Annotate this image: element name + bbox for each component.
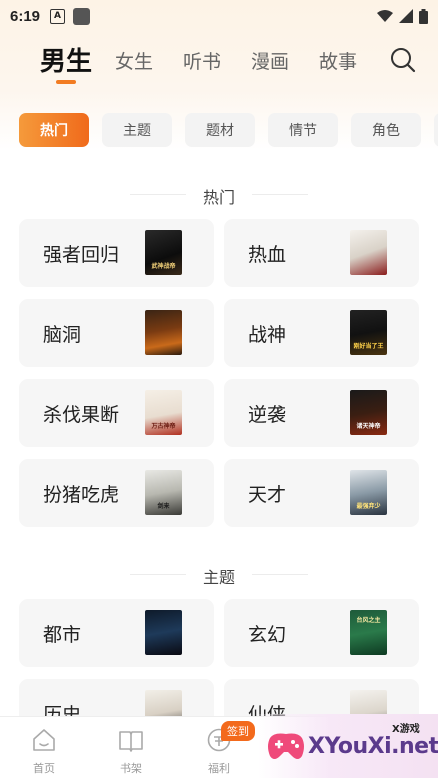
app-notification-icon: A [50,8,66,24]
home-icon [33,729,55,751]
tag-card[interactable]: 天才 最强弃少 [224,459,419,527]
cover-title: 万古神帝 [151,423,176,430]
nav-bookshelf[interactable]: 书架 [100,717,160,778]
book-cover: 刚好当了王 [350,310,387,355]
tab-male[interactable]: 男生 [40,41,92,78]
cover-title: 武神战帝 [151,263,176,270]
section-title-theme: 主题 [202,568,235,587]
cover-title: 剑来 [157,503,170,510]
signal-icon [399,9,413,23]
book-cover [350,230,387,275]
chip-role[interactable]: 角色 [351,113,421,147]
tag-card[interactable]: 都市 [19,599,214,667]
section-divider-right [252,574,308,575]
nav-home-label: 首页 [33,762,55,775]
chip-hot[interactable]: 热门 [19,113,89,147]
book-cover: 剑来 [145,470,182,515]
tag-label: 脑洞 [43,323,82,346]
cover-title: 诸天神帝 [356,423,381,430]
nav-home[interactable]: 首页 [13,717,73,778]
watermark-small-text: X游戏 [392,724,420,735]
battery-icon [419,8,428,24]
tab-stories[interactable]: 故事 [319,47,357,74]
tag-label: 天才 [248,483,287,506]
book-cover [145,310,182,355]
section-divider-right [252,194,308,195]
tag-label: 都市 [43,623,82,646]
book-cover: 诸天神帝 [350,390,387,435]
tag-card[interactable]: 强者回归 武神战帝 [19,219,214,287]
watermark-main-text: XYouXi.net [308,734,438,759]
section-title-hot: 热门 [202,188,235,207]
wifi-icon [377,10,393,22]
nav-bookshelf-label: 书架 [120,762,142,775]
tag-card[interactable]: 战神 刚好当了王 [224,299,419,367]
status-time: 6:19 [10,7,41,25]
status-indicators [377,8,428,24]
category-chip-row: 热门 主题 题材 情节 角色 [0,113,438,149]
tab-female[interactable]: 女生 [115,47,153,74]
book-cover: 武神战帝 [145,230,182,275]
book-cover: 台风之主 [350,610,387,655]
cover-title: 台风之主 [356,617,381,624]
notification-square-icon [73,7,91,25]
book-cover: 万古神帝 [145,390,182,435]
tag-label: 杀伐果断 [43,403,120,426]
cover-title: 刚好当了王 [353,343,384,350]
search-icon[interactable] [390,47,416,73]
active-tab-indicator [56,80,76,84]
tag-label: 战神 [248,323,287,346]
tag-card[interactable]: 脑洞 [19,299,214,367]
nav-welfare-label: 福利 [208,762,230,775]
tag-card[interactable]: 逆袭 诸天神帝 [224,379,419,447]
gamepad-logo-icon [268,733,304,759]
chip-theme[interactable]: 主题 [102,113,172,147]
sign-in-badge[interactable]: 签到 [221,721,255,741]
tab-audiobook[interactable]: 听书 [183,47,221,74]
watermark-banner: X游戏 XYouXi.net [258,714,438,778]
tag-card[interactable]: 杀伐果断 万古神帝 [19,379,214,447]
bookshelf-icon [119,731,143,752]
book-cover: 最强弃少 [350,470,387,515]
tag-label: 热血 [248,243,287,266]
chip-more[interactable] [434,113,438,147]
tag-card[interactable]: 扮猪吃虎 剑来 [19,459,214,527]
tag-label: 玄幻 [248,623,287,646]
chip-plot[interactable]: 情节 [268,113,338,147]
tag-label: 扮猪吃虎 [43,483,120,506]
chip-subject[interactable]: 题材 [185,113,255,147]
tag-label: 逆袭 [248,403,287,426]
tab-comics[interactable]: 漫画 [251,47,289,74]
cover-title: 最强弃少 [356,503,381,510]
book-cover [145,610,182,655]
tag-card[interactable]: 玄幻 台风之主 [224,599,419,667]
tag-card[interactable]: 热血 [224,219,419,287]
tag-label: 强者回归 [43,243,120,266]
status-bar: 6:19 A [0,0,438,32]
